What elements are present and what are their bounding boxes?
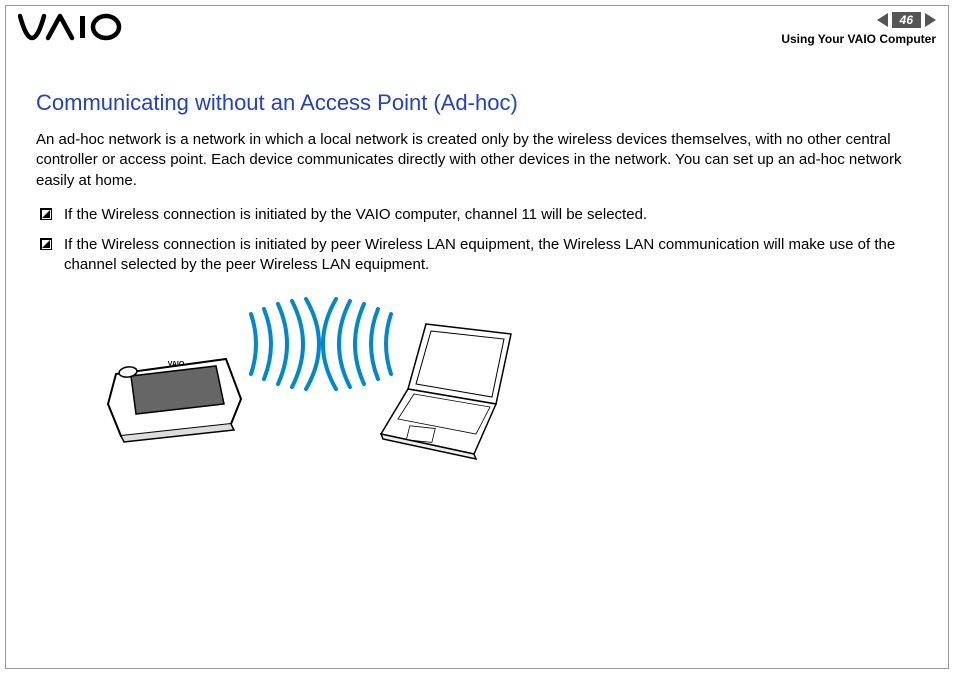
svg-text:VAIO: VAIO <box>168 361 185 368</box>
prev-page-arrow-icon[interactable] <box>877 13 888 27</box>
header-right: 46 Using Your VAIO Computer <box>781 12 936 46</box>
page-title: Communicating without an Access Point (A… <box>36 90 918 116</box>
bullet-icon <box>40 238 52 250</box>
list-item: If the Wireless connection is initiated … <box>36 205 918 225</box>
section-label: Using Your VAIO Computer <box>781 32 936 46</box>
wireless-waves-left-icon <box>251 299 319 389</box>
page-content: Communicating without an Access Point (A… <box>36 90 918 474</box>
adhoc-network-illustration: VAIO <box>86 294 536 474</box>
page-number: 46 <box>892 12 921 28</box>
bullet-icon <box>40 208 52 220</box>
page-navigation: 46 <box>877 12 936 28</box>
intro-paragraph: An ad-hoc network is a network in which … <box>36 130 918 191</box>
vaio-device-icon: VAIO <box>108 359 241 442</box>
vaio-logo-svg <box>18 12 128 42</box>
wireless-waves-right-icon <box>323 299 391 389</box>
vaio-logo <box>18 12 128 50</box>
bullet-text: If the Wireless connection is initiated … <box>64 205 918 225</box>
list-item: If the Wireless connection is initiated … <box>36 235 918 276</box>
next-page-arrow-icon[interactable] <box>925 13 936 27</box>
bullet-list: If the Wireless connection is initiated … <box>36 205 918 276</box>
page-header: 46 Using Your VAIO Computer <box>18 12 936 52</box>
bullet-text: If the Wireless connection is initiated … <box>64 235 918 276</box>
laptop-icon <box>381 324 511 459</box>
